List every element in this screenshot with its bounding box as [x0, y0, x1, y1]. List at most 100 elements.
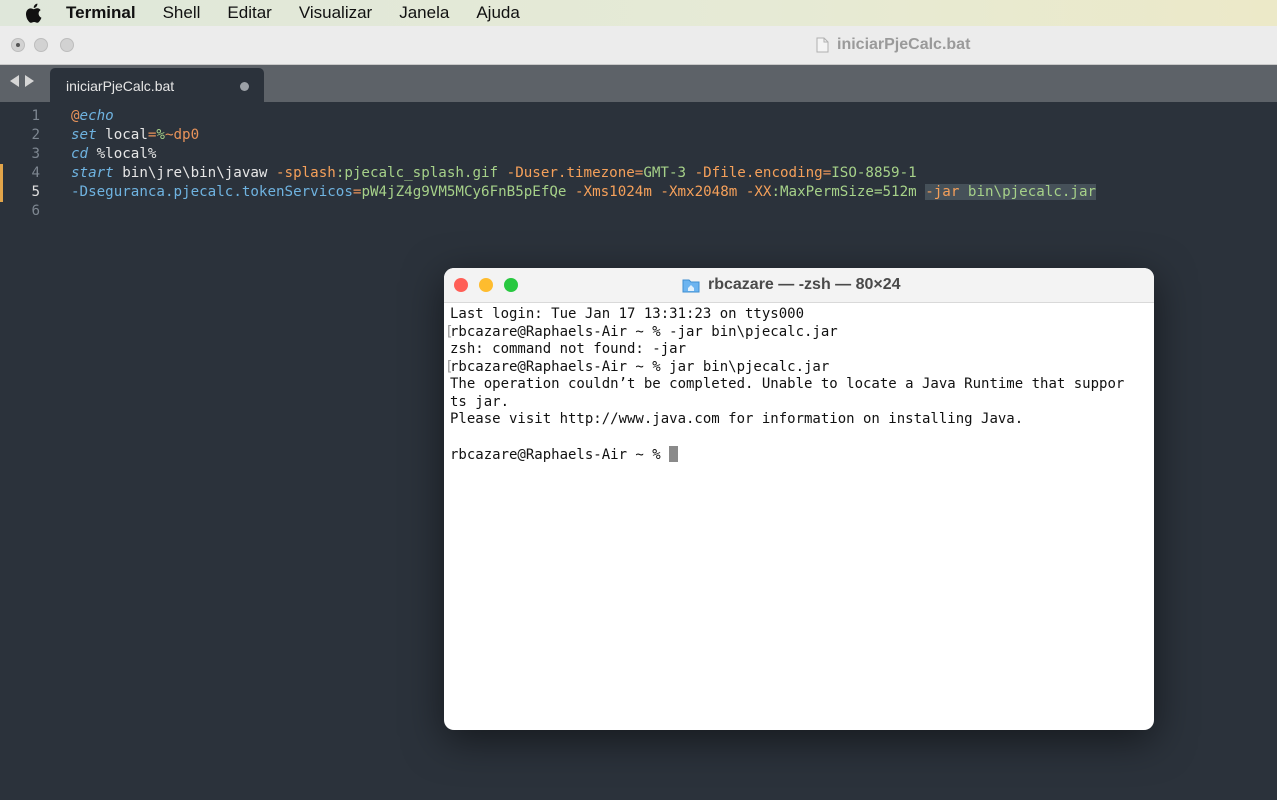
code-token: = — [822, 165, 832, 181]
code-line[interactable]: 6 — [0, 202, 1277, 221]
code-token: set — [71, 127, 97, 143]
terminal-line-text: zsh: command not found: -jar — [450, 341, 687, 357]
code-token: cd — [71, 146, 89, 162]
code-token: -Xms1024m — [575, 184, 661, 200]
terminal-line: ts jar. — [450, 394, 1150, 412]
terminal-line-text: Last login: Tue Jan 17 13:31:23 on ttys0… — [450, 306, 805, 322]
code-token: .timezone — [557, 165, 635, 181]
code-token: pW4jZ4g9VM5MCy6FnB5pEfQe — [361, 184, 575, 200]
code-token: :pjecalc_splash.gif — [335, 165, 507, 181]
mark-bracket-left-icon: [ — [445, 323, 454, 340]
code-line[interactable]: 5 -Dseguranca.pjecalc.tokenServicos=pW4jZ… — [0, 183, 1277, 202]
tab-bar: iniciarPjeCalc.bat — [0, 65, 1277, 102]
close-button-inactive[interactable] — [11, 38, 25, 52]
code-token: -Dfile — [694, 165, 746, 181]
mark-bracket-left-icon: [ — [445, 358, 454, 375]
terminal-line: rbcazare@Raphaels-Air ~ % — [450, 446, 1150, 464]
code-token: bin\jre\bin\javaw — [113, 165, 277, 181]
editor-window-title-text: iniciarPjeCalc.bat — [837, 36, 971, 53]
home-folder-icon — [682, 279, 700, 293]
terminal-line: rbcazare@Raphaels-Air ~ % jar bin\pjecal… — [445, 358, 1154, 377]
menu-janela[interactable]: Janela — [399, 3, 449, 23]
terminal-line-text: The operation couldn’t be completed. Una… — [450, 376, 1125, 392]
code-token: local — [96, 127, 148, 143]
text-cursor — [669, 446, 679, 462]
terminal-title-text: rbcazare — -zsh — 80×24 — [708, 276, 901, 293]
minimize-button[interactable] — [479, 278, 493, 292]
code-token: -splash — [276, 165, 336, 181]
code-token: :MaxPermSize=512m — [771, 184, 926, 200]
terminal-window: rbcazare — -zsh — 80×24 Last login: Tue … — [444, 268, 1154, 730]
terminal-output[interactable]: Last login: Tue Jan 17 13:31:23 on ttys0… — [445, 306, 1154, 464]
code-token: -XX — [745, 184, 772, 200]
code-text: set local=%~dp0 — [71, 126, 199, 145]
line-number: 4 — [31, 165, 40, 181]
edited-dot-icon — [16, 43, 20, 47]
terminal-line-text: rbcazare@Raphaels-Air ~ % — [450, 447, 670, 463]
mark-bracket-right-icon: ] — [1152, 324, 1154, 342]
terminal-line: Please visit http://www.java.com for inf… — [450, 411, 1150, 429]
line-number: 5 — [31, 184, 40, 200]
mark-bracket-right-icon: ] — [1152, 359, 1154, 377]
code-line[interactable]: 4 start bin\jre\bin\javaw -splash:pjecalc… — [0, 164, 1277, 183]
code-text: -Dseguranca.pjecalc.tokenServicos=pW4jZ4… — [71, 183, 1097, 202]
terminal-line-text: ts jar. — [450, 393, 510, 410]
code-token: start — [71, 165, 114, 181]
terminal-line: Last login: Tue Jan 17 13:31:23 on ttys0… — [450, 306, 1150, 324]
zoom-button[interactable] — [504, 278, 518, 292]
apple-logo-icon[interactable] — [24, 3, 42, 23]
terminal-line-text: Please visit http://www.java.com for inf… — [450, 411, 1024, 427]
terminal-title: rbcazare — -zsh — 80×24 — [682, 276, 901, 294]
menu-ajuda[interactable]: Ajuda — [476, 3, 519, 23]
zoom-button-inactive[interactable] — [60, 38, 74, 52]
line-number: 3 — [31, 146, 40, 162]
close-button[interactable] — [454, 278, 468, 292]
code-line[interactable]: 1 @echo — [0, 107, 1277, 126]
terminal-line: rbcazare@Raphaels-Air ~ % -jar bin\pjeca… — [445, 323, 1154, 342]
line-number: 2 — [31, 127, 40, 143]
code-token: -jar — [925, 184, 960, 200]
code-token: @ — [71, 108, 80, 124]
tab-nav — [10, 75, 34, 87]
line-number: 1 — [31, 108, 40, 124]
tab-label: iniciarPjeCalc.bat — [66, 78, 175, 94]
menu-bar: Terminal Shell Editar Visualizar Janela … — [0, 0, 1277, 26]
editor-window-title: iniciarPjeCalc.bat — [816, 36, 970, 54]
code-token: -Duser — [506, 165, 558, 181]
menu-app-name[interactable]: Terminal — [66, 3, 136, 23]
code-token: ISO-8859-1 — [831, 165, 917, 181]
tab-iniciarpjecalc[interactable]: iniciarPjeCalc.bat — [50, 68, 264, 102]
code-line[interactable]: 2 set local=%~dp0 — [0, 126, 1277, 145]
code-token: %local% — [88, 146, 157, 162]
code-token: bin\pjecalc.jar — [959, 184, 1097, 200]
terminal-line: zsh: command not found: -jar — [450, 341, 1150, 359]
code-token: -Dseguranca — [71, 184, 165, 200]
back-arrow-icon[interactable] — [10, 75, 19, 87]
menu-shell[interactable]: Shell — [163, 3, 201, 23]
terminal-title-bar: rbcazare — -zsh — 80×24 — [444, 268, 1154, 303]
code-token: % — [156, 127, 165, 143]
code-token: ~dp0 — [164, 127, 200, 143]
code-token: .encoding — [745, 165, 823, 181]
forward-arrow-icon[interactable] — [25, 75, 34, 87]
code-text: @echo — [71, 107, 114, 126]
terminal-line: The operation couldn’t be completed. Una… — [450, 376, 1150, 394]
code-token: GMT-3 — [643, 165, 695, 181]
editor-title-bar: iniciarPjeCalc.bat — [0, 26, 1277, 65]
code-token: -Xmx2048m — [660, 184, 746, 200]
code-token: .pjecalc — [164, 184, 234, 200]
menu-editar[interactable]: Editar — [227, 3, 271, 23]
code-text: cd %local% — [71, 145, 156, 164]
terminal-line-text: rbcazare@Raphaels-Air ~ % jar bin\pjecal… — [450, 358, 830, 375]
code-text: start bin\jre\bin\javaw -splash:pjecalc_… — [71, 164, 917, 183]
terminal-line-text: rbcazare@Raphaels-Air ~ % -jar bin\pjeca… — [450, 323, 838, 340]
unsaved-dot-icon[interactable] — [240, 82, 249, 91]
code-line[interactable]: 3 cd %local% — [0, 145, 1277, 164]
minimize-button-inactive[interactable] — [34, 38, 48, 52]
menu-visualizar[interactable]: Visualizar — [299, 3, 372, 23]
code-token: .tokenServicos — [233, 184, 353, 200]
code-token: echo — [79, 108, 114, 124]
document-icon — [816, 37, 829, 53]
line-number: 6 — [31, 203, 40, 219]
